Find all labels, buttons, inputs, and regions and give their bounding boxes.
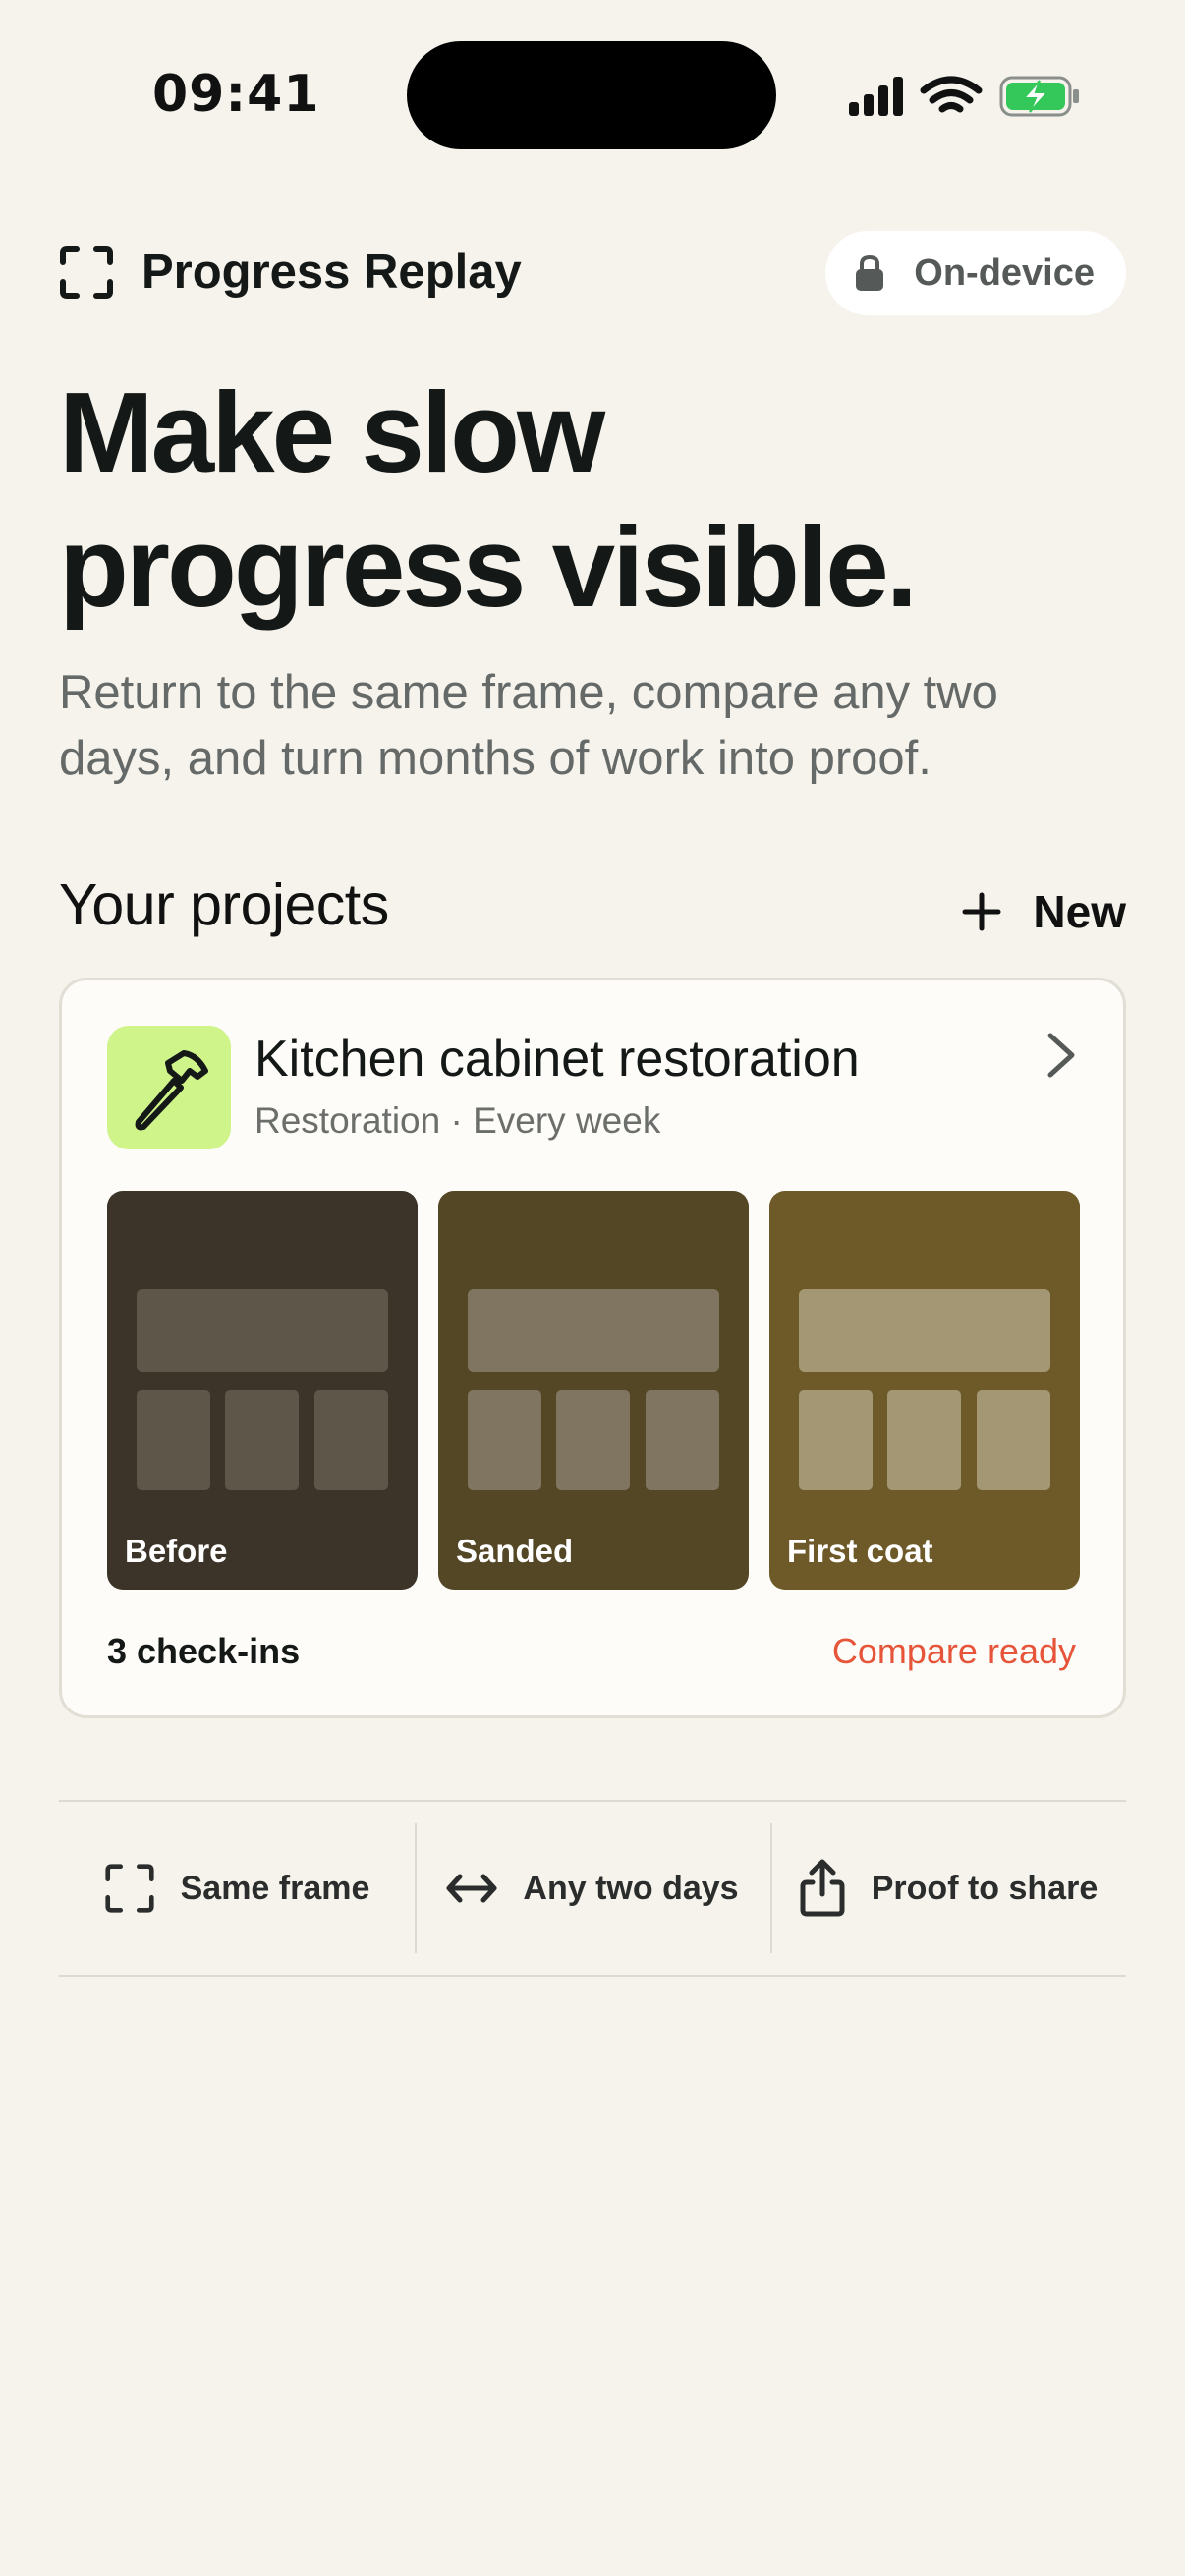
checkins-count: 3 check-ins	[107, 1631, 301, 1671]
wifi-icon	[920, 76, 983, 113]
arrows-horizontal-icon	[446, 1874, 497, 1903]
projects-section-title: Your projects	[59, 872, 389, 937]
dynamic-island	[407, 41, 776, 149]
project-meta: Restoration · Every week	[254, 1100, 661, 1141]
hero-title: Make slow progress visible.	[59, 365, 1126, 635]
feature-label: Same frame	[180, 1869, 370, 1907]
cabinet-shape	[137, 1289, 388, 1372]
hero-title-line-2: progress visible.	[59, 503, 918, 631]
chevron-right-icon[interactable]	[1044, 1030, 1080, 1081]
app-header: Progress Replay On-device	[59, 231, 1126, 315]
frame-icon	[105, 1864, 154, 1913]
feature-label: Any two days	[523, 1869, 739, 1907]
new-project-button[interactable]: New	[962, 880, 1126, 943]
status-bar: 09:41	[0, 0, 1185, 149]
project-icon-tile	[107, 1026, 231, 1149]
thumbnail-label: Before	[125, 1533, 228, 1569]
brand: Progress Replay	[59, 245, 522, 300]
feature-proof-to-share: Proof to share	[770, 1802, 1126, 1975]
new-project-label: New	[1033, 886, 1126, 937]
features-strip: Same frame Any two days Proof to share	[59, 1800, 1126, 1977]
thumbnail-label: First coat	[787, 1533, 933, 1569]
on-device-badge: On-device	[825, 231, 1126, 315]
compare-status[interactable]: Compare ready	[832, 1631, 1076, 1672]
cellular-signal-icon	[849, 77, 903, 116]
cabinet-shape	[799, 1289, 1050, 1372]
feature-same-frame: Same frame	[59, 1802, 415, 1975]
feature-any-two-days: Any two days	[415, 1802, 770, 1975]
hero-subtitle: Return to the same frame, compare any tw…	[59, 666, 998, 785]
project-card[interactable]: Kitchen cabinet restoration Restoration …	[59, 978, 1126, 1718]
plus-icon	[962, 892, 1001, 931]
status-time: 09:41	[152, 65, 320, 124]
share-icon	[800, 1859, 845, 1917]
cabinet-shape	[468, 1289, 719, 1372]
hero-title-line-1: Make slow	[59, 368, 605, 496]
thumbnail-sanded[interactable]: Sanded	[438, 1191, 749, 1590]
frame-icon	[60, 246, 113, 299]
feature-label: Proof to share	[871, 1869, 1099, 1907]
app-name: Progress Replay	[141, 246, 522, 299]
checkin-thumbnails: Before Sanded First coat	[107, 1191, 1080, 1590]
on-device-label: On-device	[914, 252, 1095, 294]
project-title: Kitchen cabinet restoration	[254, 1031, 860, 1088]
hammer-icon	[135, 1050, 208, 1131]
lock-icon	[856, 254, 884, 291]
battery-charging-icon	[999, 76, 1079, 117]
thumbnail-before[interactable]: Before	[107, 1191, 418, 1590]
thumbnail-first-coat[interactable]: First coat	[769, 1191, 1080, 1590]
status-icons	[847, 69, 1083, 124]
thumbnail-label: Sanded	[456, 1533, 574, 1569]
